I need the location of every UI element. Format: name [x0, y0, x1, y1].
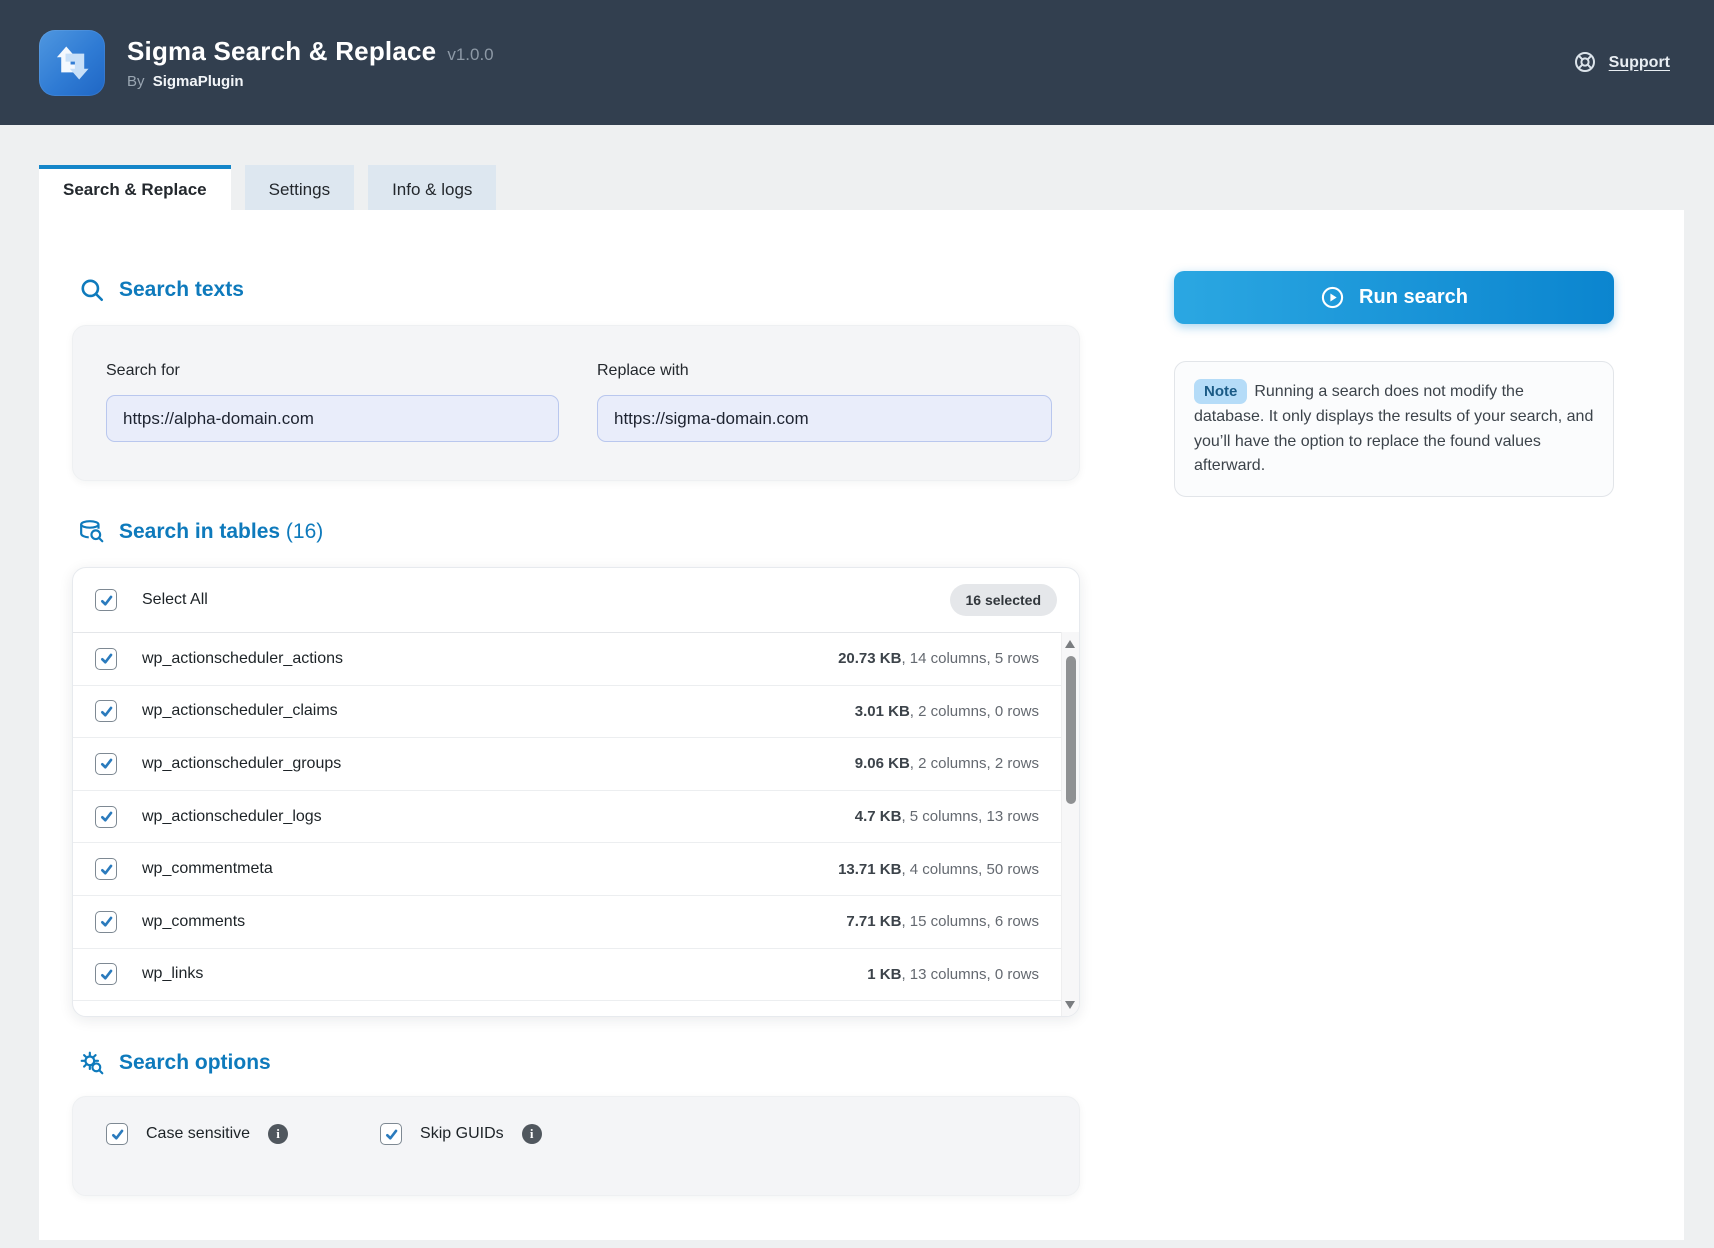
left-column: Search texts Search for Replace with: [72, 210, 1080, 1196]
search-texts-title: Search texts: [119, 278, 244, 302]
select-all-row[interactable]: Select All 16 selected: [73, 568, 1079, 633]
table-name: wp_actionscheduler_claims: [142, 702, 338, 720]
search-options-heading: Search options: [79, 1017, 1080, 1076]
table-row[interactable]: wp_actionscheduler_groups 9.06 KB, 2 col…: [73, 738, 1079, 791]
app-version: v1.0.0: [447, 45, 493, 65]
table-name: wp_actionscheduler_logs: [142, 808, 322, 826]
table-meta: 3.01 KB, 2 columns, 0 rows: [855, 703, 1039, 720]
table-name: wp_actionscheduler_groups: [142, 755, 341, 773]
note-badge: Note: [1194, 379, 1247, 404]
table-meta: 13.71 KB, 4 columns, 50 rows: [838, 861, 1039, 878]
note-text: Running a search does not modify the dat…: [1194, 383, 1593, 474]
table-name: wp_links: [142, 965, 203, 983]
search-tables-heading: Search in tables (16): [79, 481, 1080, 545]
search-texts-panel: Search for Replace with: [72, 325, 1080, 481]
tab-settings[interactable]: Settings: [245, 165, 354, 210]
skip-guids-checkbox[interactable]: [380, 1123, 402, 1145]
replace-with-field: Replace with: [597, 362, 1052, 480]
table-meta: 20.73 KB, 14 columns, 5 rows: [838, 650, 1039, 667]
play-icon: [1320, 285, 1346, 311]
tab-search-replace[interactable]: Search & Replace: [39, 165, 231, 210]
select-all-checkbox[interactable]: [95, 589, 117, 611]
table-name: wp_actionscheduler_actions: [142, 650, 343, 668]
scrollbar-thumb[interactable]: [1066, 656, 1076, 804]
table-row-checkbox[interactable]: [95, 963, 117, 985]
tables-panel: Select All 16 selected wp_actionschedule…: [72, 567, 1080, 1017]
table-row-checkbox[interactable]: [95, 806, 117, 828]
support-link[interactable]: Support: [1573, 50, 1670, 76]
right-column: Run search NoteRunning a search does not…: [1174, 271, 1614, 497]
table-row-checkbox[interactable]: [95, 700, 117, 722]
tab-info-logs[interactable]: Info & logs: [368, 165, 496, 210]
app-title: Sigma Search & Replace: [127, 36, 436, 67]
app-header: Sigma Search & Replace v1.0.0 By SigmaPl…: [0, 0, 1714, 125]
byline-author: SigmaPlugin: [153, 73, 244, 90]
gear-search-icon: [79, 1050, 105, 1076]
table-row[interactable]: wp_actionscheduler_claims 3.01 KB, 2 col…: [73, 686, 1079, 739]
brand: Sigma Search & Replace v1.0.0 By SigmaPl…: [39, 30, 494, 96]
search-for-input[interactable]: [106, 395, 559, 442]
life-buoy-icon: [1573, 50, 1599, 76]
table-row-checkbox[interactable]: [95, 911, 117, 933]
info-icon[interactable]: i: [522, 1124, 542, 1144]
note-box: NoteRunning a search does not modify the…: [1174, 361, 1614, 497]
table-list: wp_actionscheduler_actions 20.73 KB, 14 …: [73, 633, 1079, 1017]
byline-prefix: By: [127, 73, 145, 90]
table-row[interactable]: [73, 1001, 1079, 1017]
skip-guids-label: Skip GUIDs: [420, 1125, 504, 1143]
table-row-checkbox[interactable]: [95, 648, 117, 670]
search-for-label: Search for: [106, 362, 559, 380]
select-all-label: Select All: [142, 591, 208, 609]
table-meta: 9.06 KB, 2 columns, 2 rows: [855, 755, 1039, 772]
app-byline: By SigmaPlugin: [127, 73, 494, 90]
search-texts-heading: Search texts: [79, 210, 1080, 303]
scrollbar[interactable]: [1061, 632, 1079, 1017]
content-card: Search texts Search for Replace with: [39, 210, 1684, 1240]
table-name: wp_comments: [142, 913, 245, 931]
replace-with-label: Replace with: [597, 362, 1052, 380]
table-row[interactable]: wp_comments 7.71 KB, 15 columns, 6 rows: [73, 896, 1079, 949]
brand-text: Sigma Search & Replace v1.0.0 By SigmaPl…: [127, 36, 494, 90]
table-row[interactable]: wp_links 1 KB, 13 columns, 0 rows: [73, 949, 1079, 1002]
scroll-up-arrow[interactable]: [1065, 640, 1075, 648]
database-search-icon: [79, 519, 105, 545]
case-sensitive-label: Case sensitive: [146, 1125, 250, 1143]
table-meta: 7.71 KB, 15 columns, 6 rows: [846, 913, 1039, 930]
table-row[interactable]: wp_actionscheduler_logs 4.7 KB, 5 column…: [73, 791, 1079, 844]
table-name: wp_commentmeta: [142, 860, 273, 878]
info-icon[interactable]: i: [268, 1124, 288, 1144]
run-search-label: Run search: [1359, 286, 1468, 309]
tables-count: (16): [286, 520, 323, 543]
search-options-panel: Case sensitive i Skip GUIDs i: [72, 1096, 1080, 1196]
skip-guids-option[interactable]: Skip GUIDs i: [380, 1123, 542, 1145]
support-label: Support: [1609, 54, 1670, 72]
selected-count-badge: 16 selected: [950, 584, 1058, 616]
tab-bar: Search & Replace Settings Info & logs: [39, 165, 496, 210]
replace-with-input[interactable]: [597, 395, 1052, 442]
table-meta: 1 KB, 13 columns, 0 rows: [867, 966, 1039, 983]
app-logo-icon: [39, 30, 105, 96]
run-search-button[interactable]: Run search: [1174, 271, 1614, 324]
search-for-field: Search for: [106, 362, 559, 480]
table-row-checkbox[interactable]: [95, 1016, 117, 1017]
table-row-checkbox[interactable]: [95, 753, 117, 775]
search-options-title: Search options: [119, 1051, 271, 1075]
case-sensitive-checkbox[interactable]: [106, 1123, 128, 1145]
table-row[interactable]: wp_actionscheduler_actions 20.73 KB, 14 …: [73, 633, 1079, 686]
search-icon: [79, 277, 105, 303]
table-row-checkbox[interactable]: [95, 858, 117, 880]
case-sensitive-option[interactable]: Case sensitive i: [106, 1123, 288, 1145]
table-row[interactable]: wp_commentmeta 13.71 KB, 4 columns, 50 r…: [73, 843, 1079, 896]
scroll-down-arrow[interactable]: [1065, 1001, 1075, 1009]
table-meta: 4.7 KB, 5 columns, 13 rows: [855, 808, 1039, 825]
search-tables-title: Search in tables (16): [119, 520, 323, 544]
